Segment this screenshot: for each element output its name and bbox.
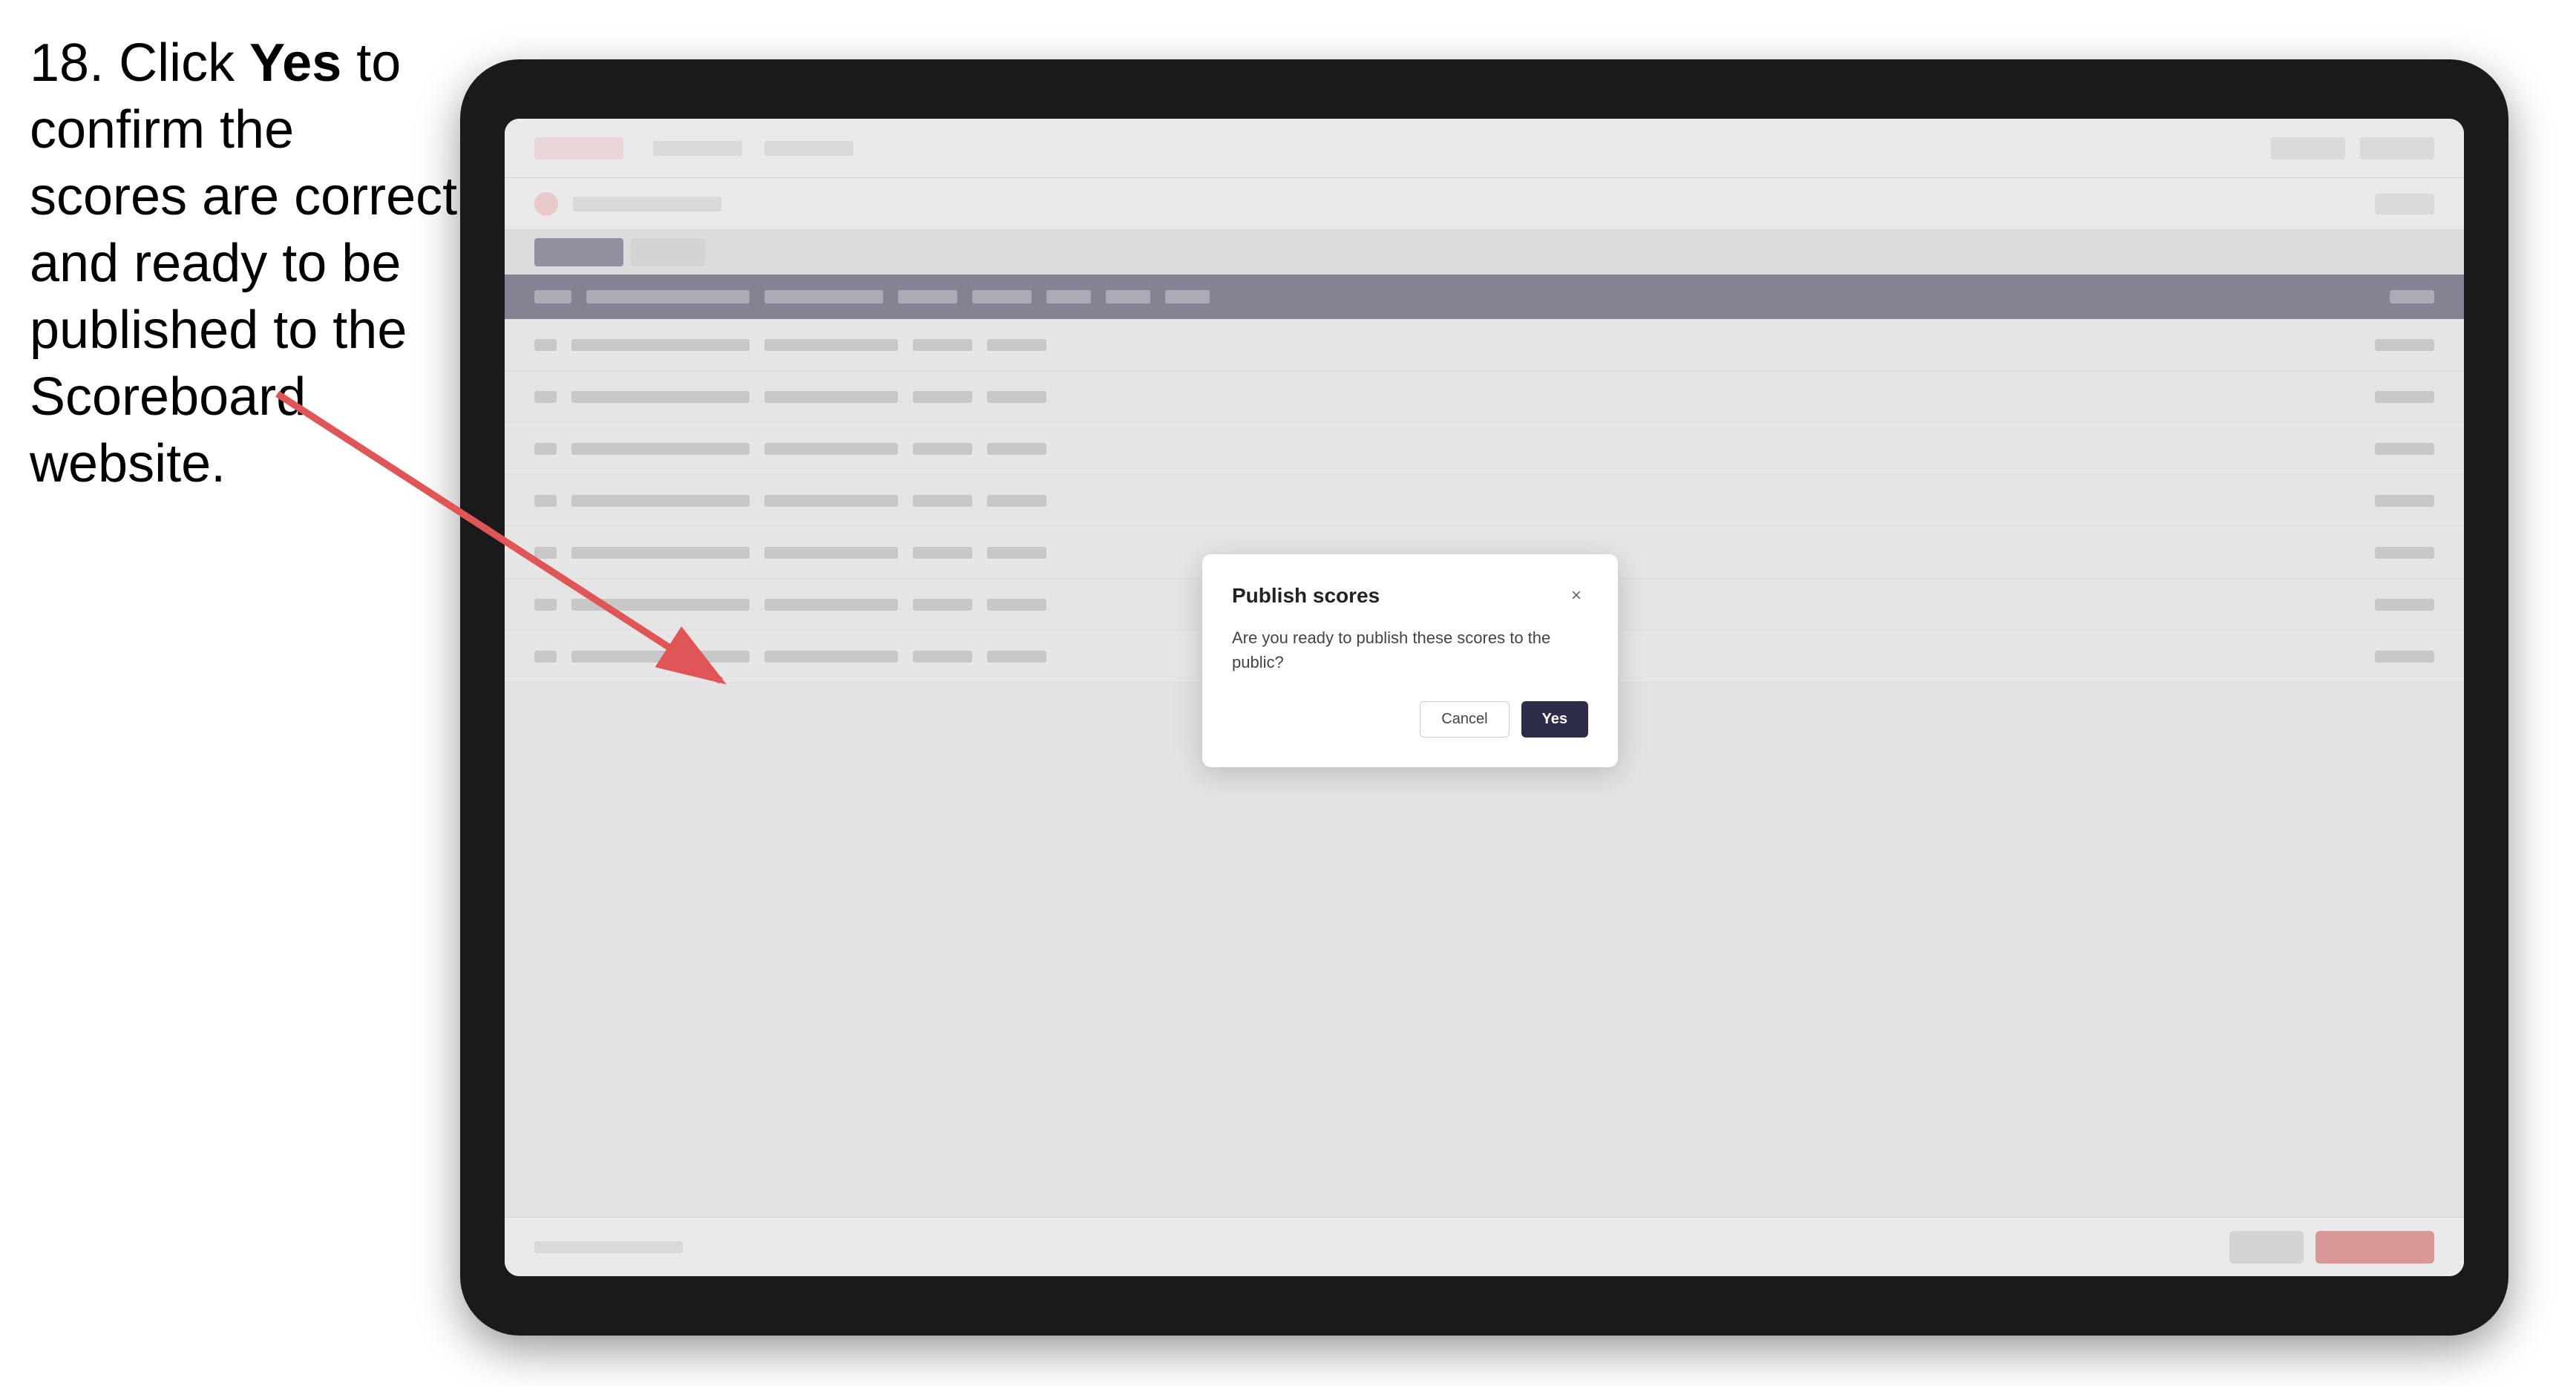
instruction-bold: Yes [249,33,341,93]
modal-overlay: Publish scores × Are you ready to publis… [505,119,2464,1276]
modal-title: Publish scores [1232,584,1380,608]
modal-footer: Cancel Yes [1232,701,1588,738]
instruction-plain: Click [119,33,249,93]
cancel-button[interactable]: Cancel [1420,701,1509,738]
modal-close-button[interactable]: × [1564,584,1588,608]
yes-button[interactable]: Yes [1521,701,1588,738]
modal-header: Publish scores × [1232,584,1588,608]
tablet-device: Publish scores × Are you ready to publis… [460,59,2508,1336]
tablet-screen: Publish scores × Are you ready to publis… [505,119,2464,1276]
modal-body-text: Are you ready to publish these scores to… [1232,625,1588,674]
instruction-rest: to confirm the scores are correct and re… [30,33,457,493]
step-number: 18. [30,33,104,93]
publish-scores-modal: Publish scores × Are you ready to publis… [1202,554,1618,767]
instruction-text: 18. Click Yes to confirm the scores are … [30,30,460,497]
